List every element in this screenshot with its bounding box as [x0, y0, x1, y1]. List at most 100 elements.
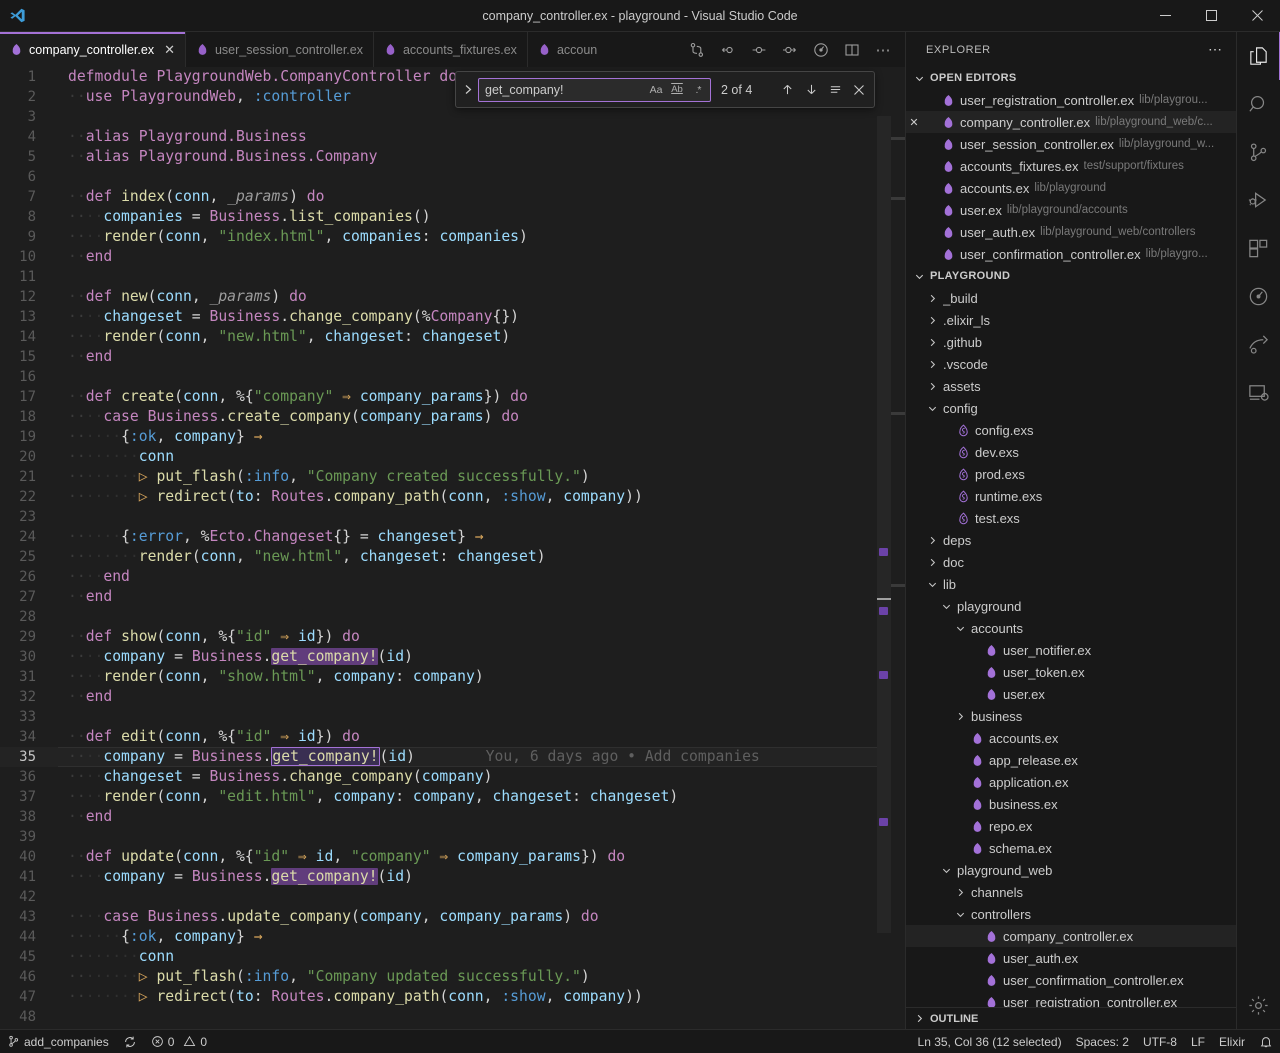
code-line[interactable]: 7 ··def index(conn, _params) do [0, 187, 905, 207]
close-icon[interactable]: ✕ [164, 43, 175, 56]
tree-item[interactable]: accounts.ex [906, 727, 1236, 749]
activity-source-control-icon[interactable] [1237, 128, 1280, 176]
open-editor-item[interactable]: accounts_fixtures.ex test/support/fixture… [906, 155, 1236, 177]
chevron-right-icon[interactable] [954, 711, 966, 722]
open-editor-item[interactable]: accounts.ex lib/playground [906, 177, 1236, 199]
chevron-down-icon[interactable] [954, 909, 966, 920]
tree-item[interactable]: deps [906, 529, 1236, 551]
more-actions-icon[interactable]: ⋯ [869, 36, 897, 64]
code-line[interactable]: 27 ··end [0, 587, 905, 607]
status-sync[interactable] [116, 1030, 144, 1053]
code-line[interactable]: 5 ··alias Playground.Business.Company [0, 147, 905, 167]
code-line[interactable]: 6 [0, 167, 905, 187]
code-line[interactable]: 19 ······{:ok, company} → [0, 427, 905, 447]
code-line[interactable]: 35 ····company = Business.get_company!(id… [0, 747, 905, 767]
code-line[interactable]: 38 ··end [0, 807, 905, 827]
tree-item[interactable]: schema.ex [906, 837, 1236, 859]
tree-item[interactable]: playground_web [906, 859, 1236, 881]
chevron-down-icon[interactable] [940, 601, 952, 612]
tree-item[interactable]: user_confirmation_controller.ex [906, 969, 1236, 991]
tree-item[interactable]: controllers [906, 903, 1236, 925]
arrow-up-icon[interactable] [776, 79, 798, 101]
chevron-right-icon[interactable] [926, 535, 938, 546]
tree-item[interactable]: assets [906, 375, 1236, 397]
tree-item[interactable]: _build [906, 287, 1236, 309]
code-line[interactable]: 23 [0, 507, 905, 527]
arrow-down-icon[interactable] [800, 79, 822, 101]
tree-item[interactable]: .elixir_ls [906, 309, 1236, 331]
close-button[interactable] [1234, 0, 1280, 32]
find-widget[interactable]: Aa Ab .* 2 of 4 [455, 71, 875, 108]
tree-item[interactable]: test.exs [906, 507, 1236, 529]
tree-item[interactable]: doc [906, 551, 1236, 573]
code-line[interactable]: 24 ······{:error, %Ecto.Changeset{} = cha… [0, 527, 905, 547]
activity-search-icon[interactable] [1237, 80, 1280, 128]
find-input[interactable] [485, 82, 646, 97]
find-in-selection-icon[interactable] [824, 79, 846, 101]
tree-item[interactable]: business [906, 705, 1236, 727]
chevron-right-icon[interactable] [954, 887, 966, 898]
status-indentation[interactable]: Spaces: 2 [1069, 1030, 1136, 1053]
test-prev-icon[interactable] [745, 36, 773, 64]
tree-item[interactable]: lib [906, 573, 1236, 595]
code-line[interactable]: 29 ··def show(conn, %{"id" ⇒ id}) do [0, 627, 905, 647]
code-line[interactable]: 9 ····render(conn, "index.html", companie… [0, 227, 905, 247]
open-editor-item[interactable]: user.ex lib/playground/accounts [906, 199, 1236, 221]
code-line[interactable]: 26 ····end [0, 567, 905, 587]
tree-item[interactable]: user_registration_controller.ex [906, 991, 1236, 1007]
activity-remote-explorer-icon[interactable] [1237, 368, 1280, 416]
code-line[interactable]: 13 ····changeset = Business.change_compan… [0, 307, 905, 327]
code-line[interactable]: 12 ··def new(conn, _params) do [0, 287, 905, 307]
more-actions-icon[interactable]: ⋯ [1202, 41, 1228, 58]
chevron-down-icon[interactable] [940, 865, 952, 876]
status-encoding[interactable]: UTF-8 [1136, 1030, 1184, 1053]
tree-item[interactable]: channels [906, 881, 1236, 903]
code-line[interactable]: 36 ····changeset = Business.change_compan… [0, 767, 905, 787]
find-input-box[interactable]: Aa Ab .* [478, 77, 711, 102]
code-line[interactable]: 10 ··end [0, 247, 905, 267]
match-case-icon[interactable]: Aa [646, 80, 666, 100]
code-line[interactable]: 14 ····render(conn, "new.html", changeset… [0, 327, 905, 347]
tab-accounts[interactable]: accoun [527, 32, 608, 67]
code-line[interactable]: 31 ····render(conn, "show.html", company:… [0, 667, 905, 687]
tree-item[interactable]: dev.exs [906, 441, 1236, 463]
chevron-right-icon[interactable] [926, 315, 938, 326]
settings-gear-icon[interactable] [1237, 981, 1280, 1029]
tree-item[interactable]: user.ex [906, 683, 1236, 705]
code-line[interactable]: 39 [0, 827, 905, 847]
open-editor-item[interactable]: user_auth.ex lib/playground_web/controlle… [906, 221, 1236, 243]
chevron-right-icon[interactable] [926, 337, 938, 348]
bell-icon[interactable] [1252, 1030, 1280, 1053]
activity-explorer-icon[interactable] [1237, 32, 1280, 80]
code-line[interactable]: 15 ··end [0, 347, 905, 367]
status-branch[interactable]: add_companies [0, 1030, 116, 1053]
tree-item[interactable]: business.ex [906, 793, 1236, 815]
tree-item[interactable]: runtime.exs [906, 485, 1236, 507]
section-open-editors[interactable]: OPEN EDITORS [906, 67, 1236, 89]
run-test-icon[interactable] [683, 36, 711, 64]
split-editor-icon[interactable] [838, 36, 866, 64]
chevron-down-icon[interactable] [954, 623, 966, 634]
tree-item[interactable]: repo.ex [906, 815, 1236, 837]
code-line[interactable]: 34 ··def edit(conn, %{"id" ⇒ id}) do [0, 727, 905, 747]
open-editor-item[interactable]: user_confirmation_controller.ex lib/playg… [906, 243, 1236, 265]
close-icon[interactable]: ✕ [906, 116, 922, 129]
maximize-button[interactable] [1188, 0, 1234, 32]
whole-word-icon[interactable]: Ab [667, 80, 687, 100]
code-line[interactable]: 42 [0, 887, 905, 907]
code-line[interactable]: 46 ········▷ put_flash(:info, "Company up… [0, 967, 905, 987]
tree-item[interactable]: user_token.ex [906, 661, 1236, 683]
activity-share-icon[interactable] [1237, 320, 1280, 368]
status-problems[interactable]: 0 0 [144, 1030, 214, 1053]
tree-item[interactable]: playground [906, 595, 1236, 617]
code-line[interactable]: 8 ····companies = Business.list_companies… [0, 207, 905, 227]
status-language-mode[interactable]: Elixir [1212, 1030, 1252, 1053]
code-line[interactable]: 25 ········render(conn, "new.html", chang… [0, 547, 905, 567]
code-line[interactable]: 47 ········▷ redirect(to: Routes.company_… [0, 987, 905, 1007]
code-line[interactable]: 40 ··def update(conn, %{"id" ⇒ id, "compa… [0, 847, 905, 867]
code-line[interactable]: 21 ········▷ put_flash(:info, "Company cr… [0, 467, 905, 487]
tree-item[interactable]: app_release.ex [906, 749, 1236, 771]
code-line[interactable]: 30 ····company = Business.get_company!(id… [0, 647, 905, 667]
tree-item[interactable]: accounts [906, 617, 1236, 639]
chevron-right-icon[interactable] [458, 84, 478, 95]
